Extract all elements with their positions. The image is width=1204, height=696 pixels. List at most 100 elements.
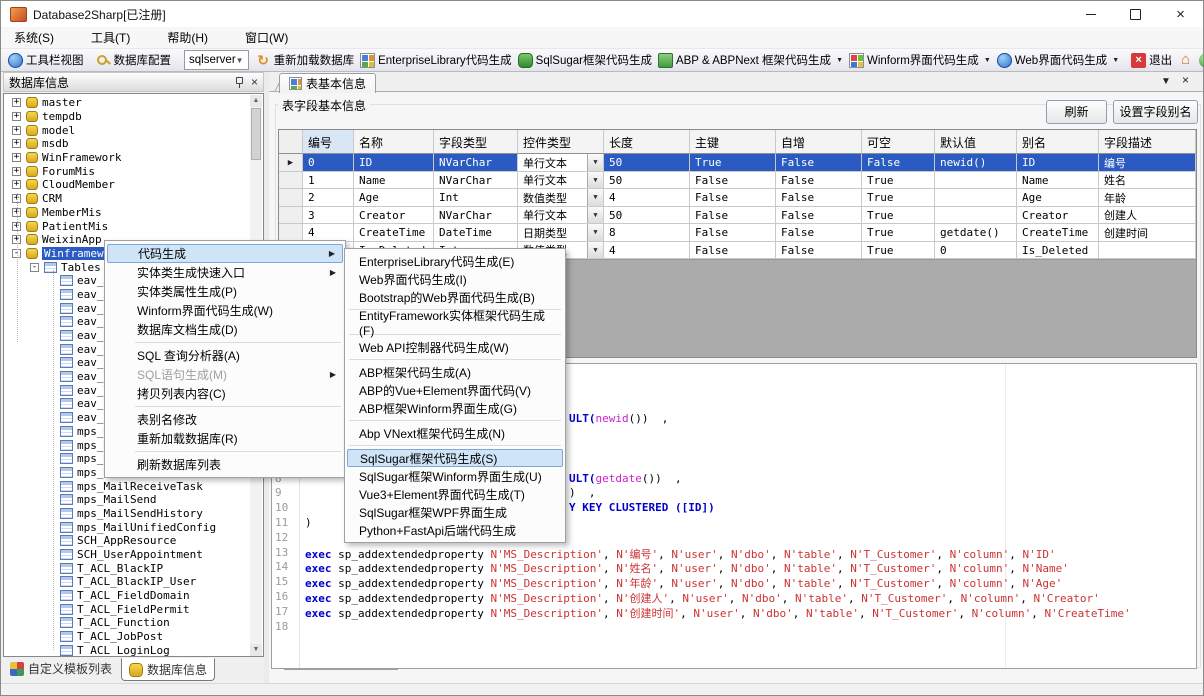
tree-item[interactable]: +WinFramework	[4, 151, 263, 165]
panel-close-icon[interactable]: ×	[251, 76, 258, 88]
grid-cell[interactable]: 0	[935, 242, 1017, 260]
grid-cell[interactable]: False	[690, 242, 776, 260]
toolbar-button-Web界面代码生成[interactable]: Web界面代码生成▼	[994, 51, 1122, 69]
tree-item[interactable]: +master	[4, 96, 263, 110]
tree-item[interactable]: T_ACL_JobPost	[4, 630, 263, 644]
submenu-item[interactable]: SqlSugar框架Winform界面生成(U)	[347, 467, 563, 485]
toolbar-button-SqlSugar框架代码生成[interactable]: SqlSugar框架代码生成	[515, 51, 655, 69]
grid-header-cell[interactable]: 别名	[1017, 130, 1099, 154]
grid-cell[interactable]: Name	[1017, 172, 1099, 190]
grid-cell[interactable]: True	[862, 207, 935, 225]
grid-cell[interactable]	[935, 189, 1017, 207]
database-type-combo[interactable]: sqlserver▼	[184, 50, 249, 70]
grid-cell[interactable]: 4	[604, 242, 690, 260]
combo-dropdown-button[interactable]: ▼	[587, 207, 603, 224]
tree-item[interactable]: mps_MailSend	[4, 493, 263, 507]
context-menu-item[interactable]: 实体类属性生成(P)	[107, 282, 343, 301]
submenu-item[interactable]: Vue3+Element界面代码生成(T)	[347, 485, 563, 503]
context-menu-item[interactable]: 数据库文档生成(D)	[107, 320, 343, 339]
grid-cell[interactable]: 8	[604, 224, 690, 242]
grid-header-cell[interactable]: 编号	[303, 130, 354, 154]
grid-cell[interactable]: False	[776, 189, 862, 207]
submenu-item[interactable]: Web界面代码生成(I)	[347, 270, 563, 288]
grid-cell[interactable]: True	[862, 172, 935, 190]
tree-item[interactable]: +msdb	[4, 137, 263, 151]
grid-cell[interactable]: 编号	[1099, 154, 1196, 172]
expander-icon[interactable]: +	[12, 180, 21, 189]
grid-cell[interactable]: Int	[434, 189, 518, 207]
grid-cell[interactable]: 3	[303, 207, 354, 225]
grid-header-cell[interactable]: 默认值	[935, 130, 1017, 154]
toolbar-button-重新加载数据库[interactable]: ↻重新加载数据库	[253, 51, 358, 69]
row-selector[interactable]	[279, 189, 303, 207]
menu-item-2[interactable]: 帮助(H)	[154, 27, 221, 48]
tree-item[interactable]: mps_MailUnifiedConfig	[4, 520, 263, 534]
grid-cell[interactable]: 1	[303, 172, 354, 190]
grid-cell[interactable]: False	[776, 242, 862, 260]
grid-cell[interactable]: False	[776, 207, 862, 225]
tree-item[interactable]: +ForumMis	[4, 164, 263, 178]
context-menu-item[interactable]: 拷贝列表内容(C)	[107, 384, 343, 403]
grid-cell[interactable]: 年龄	[1099, 189, 1196, 207]
toolbar-button-工具栏视图[interactable]: 工具栏视图	[5, 51, 87, 69]
grid-cell[interactable]: True	[862, 224, 935, 242]
grid-cell[interactable]: 50	[604, 172, 690, 190]
combo-dropdown-button[interactable]: ▼	[587, 154, 603, 171]
grid-cell[interactable]: False	[862, 154, 935, 172]
grid-cell[interactable]: False	[690, 224, 776, 242]
combo-dropdown-button[interactable]: ▼	[587, 242, 603, 259]
maximize-button[interactable]	[1113, 1, 1158, 27]
combo-dropdown-button[interactable]: ▼	[587, 189, 603, 206]
grid-cell[interactable]	[935, 172, 1017, 190]
row-selector[interactable]	[279, 224, 303, 242]
grid-cell[interactable]: ID	[1017, 154, 1099, 172]
grid-cell[interactable]: NVarChar	[434, 207, 518, 225]
pin-icon[interactable]	[233, 76, 245, 88]
tree-item[interactable]: +CloudMember	[4, 178, 263, 192]
submenu-item[interactable]: SqlSugar框架代码生成(S)	[347, 449, 563, 467]
tree-item[interactable]: mps_MailSendHistory	[4, 507, 263, 521]
tab-table-basic-info[interactable]: 表基本信息	[279, 73, 376, 93]
grid-cell[interactable]: Is_Deleted	[1017, 242, 1099, 260]
menu-item-1[interactable]: 工具(T)	[78, 27, 143, 48]
grid-cell[interactable]: 50	[604, 154, 690, 172]
dock-tab-数据库信息[interactable]: 数据库信息	[121, 658, 215, 681]
grid-cell[interactable]: 单行文本▼	[518, 154, 604, 172]
grid-cell[interactable]: 创建时间	[1099, 224, 1196, 242]
context-menu-item[interactable]: SQL 查询分析器(A)	[107, 346, 343, 365]
tree-item[interactable]: +tempdb	[4, 110, 263, 124]
grid-cell[interactable]: False	[690, 172, 776, 190]
grid-header-cell[interactable]: 长度	[604, 130, 690, 154]
grid-cell[interactable]: getdate()	[935, 224, 1017, 242]
grid-cell[interactable]: DateTime	[434, 224, 518, 242]
submenu-item[interactable]: EnterpriseLibrary代码生成(E)	[347, 252, 563, 270]
grid-header-cell[interactable]: 自增	[776, 130, 862, 154]
grid-header-cell[interactable]: 字段描述	[1099, 130, 1196, 154]
grid-header-cell[interactable]: 名称	[354, 130, 434, 154]
tree-item[interactable]: T_ACL_FieldPermit	[4, 602, 263, 616]
grid-header-cell[interactable]: 可空	[862, 130, 935, 154]
tree-item[interactable]: SCH_AppResource	[4, 534, 263, 548]
grid-cell[interactable]: 单行文本▼	[518, 172, 604, 190]
grid-cell[interactable]: 创建人	[1099, 207, 1196, 225]
close-button[interactable]: ×	[1158, 1, 1203, 27]
grid-cell[interactable]: CreateTime	[1017, 224, 1099, 242]
context-menu-item[interactable]: 刷新数据库列表	[107, 455, 343, 474]
tree-item[interactable]: SCH_UserAppointment	[4, 548, 263, 562]
tree-item[interactable]: +MemberMis	[4, 206, 263, 220]
submenu-item[interactable]: Abp VNext框架代码生成(N)	[347, 424, 563, 442]
expander-icon[interactable]: +	[12, 167, 21, 176]
context-menu-item[interactable]: Winform界面代码生成(W)	[107, 301, 343, 320]
submenu-item[interactable]: ABP框架Winform界面生成(G)	[347, 399, 563, 417]
tree-item[interactable]: +model	[4, 123, 263, 137]
grid-cell[interactable]: Creator	[354, 207, 434, 225]
submenu-item[interactable]: ABP框架代码生成(A)	[347, 363, 563, 381]
context-menu-item[interactable]: 重新加载数据库(R)	[107, 429, 343, 448]
tree-item[interactable]: +PatientMis	[4, 219, 263, 233]
scroll-down-icon[interactable]: ▼	[250, 644, 262, 656]
row-selector[interactable]	[279, 207, 303, 225]
expander-icon[interactable]: +	[12, 139, 21, 148]
grid-cell[interactable]: True	[862, 242, 935, 260]
combo-dropdown-button[interactable]: ▼	[587, 172, 603, 189]
grid-cell[interactable]: Creator	[1017, 207, 1099, 225]
